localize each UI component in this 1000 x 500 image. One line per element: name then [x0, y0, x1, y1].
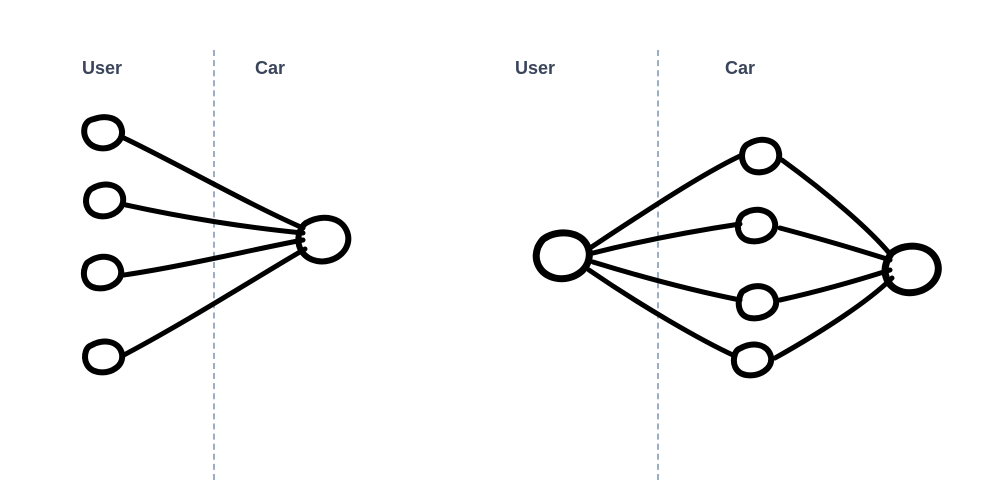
left-diagram-car-label: Car	[255, 58, 285, 79]
left-diagram	[84, 117, 348, 372]
left-diagram-divider	[213, 50, 215, 480]
right-edge-r-3	[780, 270, 890, 300]
right-middle-node-4	[734, 345, 771, 376]
right-edge-l-1	[590, 156, 740, 248]
left-user-node-2	[86, 185, 123, 217]
right-diagram-car-label: Car	[725, 58, 755, 79]
left-user-node-1	[84, 117, 122, 148]
right-middle-node-1	[742, 140, 779, 172]
left-user-node-3	[84, 257, 121, 288]
left-diagram-user-label: User	[82, 58, 122, 79]
right-diagram-user-label: User	[515, 58, 555, 79]
right-car-node	[885, 246, 938, 293]
right-edge-l-4	[589, 270, 735, 356]
right-edge-r-1	[782, 160, 890, 254]
right-middle-node-3	[739, 286, 776, 318]
right-edge-r-2	[780, 228, 890, 260]
right-diagram-divider	[657, 50, 659, 480]
right-edge-l-3	[593, 262, 740, 300]
right-user-node	[536, 233, 589, 279]
right-edge-l-2	[593, 224, 740, 253]
left-car-node	[298, 218, 348, 262]
left-user-node-4	[85, 342, 122, 373]
right-diagram	[536, 140, 938, 375]
right-middle-node-2	[738, 210, 775, 241]
right-edge-r-4	[775, 278, 892, 358]
diagram-drawing	[0, 0, 1000, 500]
